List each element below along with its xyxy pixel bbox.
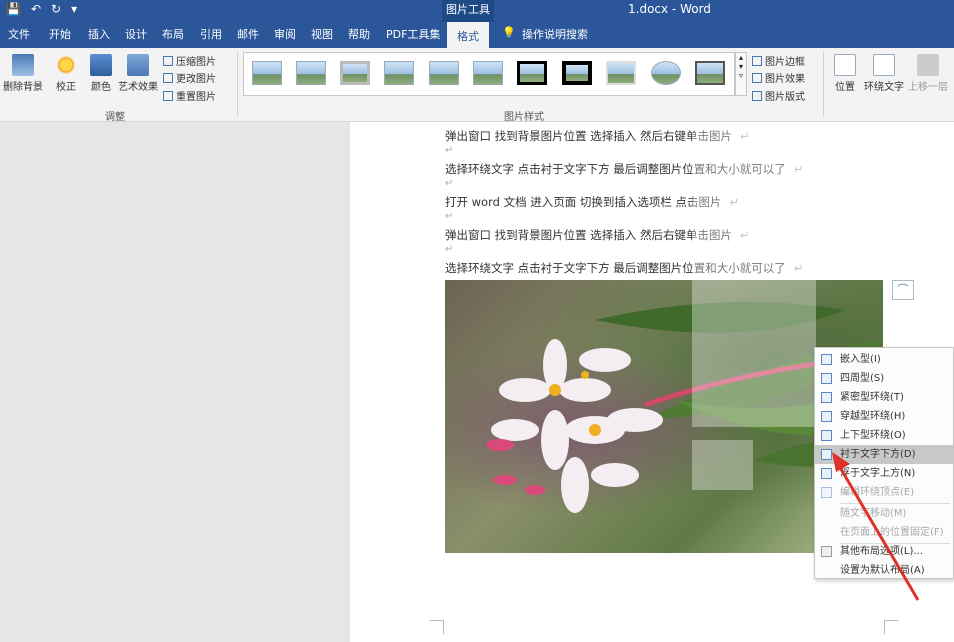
pen-icon [752,55,762,66]
through-wrap-icon [821,411,832,422]
square-wrap-icon [821,373,832,384]
color-button[interactable]: 颜色 [88,54,114,93]
group-label-picture-styles: 图片样式 [504,112,544,123]
tab-view[interactable]: 视图 [311,26,333,42]
picture-tools-context-label: 图片工具 [442,0,494,22]
tab-pdf-tools[interactable]: PDF工具集 [386,26,440,42]
wrap-text-button[interactable]: 环绕文字 [864,54,904,93]
wrap-inline-option[interactable]: 嵌入型(I) [815,350,954,369]
sun-icon [55,54,77,76]
remove-background-button[interactable]: 删除背景 [3,54,43,93]
picture-styles-gallery[interactable] [243,52,735,96]
annotation-arrow [832,452,920,601]
page-corner-mark [884,620,898,634]
tab-help[interactable]: 帮助 [348,26,370,42]
paragraph-mark: ↵ [445,145,454,156]
title-bar: 💾 ↶ ↻ ▾ 图片工具 1.docx - Word [0,0,954,22]
redo-icon[interactable]: ↻ [51,2,61,16]
divider [237,52,238,116]
layout-options-button[interactable]: ⌒ [892,280,914,300]
reset-picture-icon [163,90,173,101]
style-thumb[interactable] [429,61,459,85]
document-margin-area [0,122,350,642]
group-label-adjust: 调整 [105,112,125,123]
effects-icon [752,72,762,83]
style-thumb[interactable] [296,61,326,85]
tab-format[interactable]: 格式 [447,22,489,48]
bring-forward-button[interactable]: 上移一层 [906,54,950,93]
gallery-scroll[interactable]: ▴ ▾ ▿ [735,52,747,96]
style-thumb[interactable] [695,61,725,85]
picture-effects-button[interactable]: 图片效果 [752,70,805,85]
tab-layout[interactable]: 布局 [162,26,184,42]
style-thumb[interactable] [606,61,636,85]
picture-layout-button[interactable]: 图片版式 [752,88,805,103]
style-thumb[interactable] [517,61,547,85]
wrap-tight-option[interactable]: 紧密型环绕(T) [815,388,954,407]
artistic-effects-button[interactable]: 艺术效果 [118,54,158,93]
color-icon [90,54,112,76]
tab-references[interactable]: 引用 [200,26,222,42]
undo-icon[interactable]: ↶ [31,2,41,16]
tab-review[interactable]: 审阅 [274,26,296,42]
artistic-effects-icon [127,54,149,76]
wrap-text-icon [873,54,895,76]
inline-icon [821,354,832,365]
position-icon [834,54,856,76]
style-thumb[interactable] [340,61,370,85]
paragraph-mark: ↵ [445,211,454,222]
selection-overlay [692,440,753,490]
paragraph-mark: ↵ [445,178,454,189]
style-thumb[interactable] [473,61,503,85]
style-thumb[interactable] [384,61,414,85]
save-icon[interactable]: 💾 [6,2,21,16]
wrap-square-option[interactable]: 四周型(S) [815,369,954,388]
corrections-button[interactable]: 校正 [53,54,79,93]
tab-mailings[interactable]: 邮件 [237,26,259,42]
ribbon: 删除背景 校正 颜色 艺术效果 压缩图片 更改图片 重置图片 调整 ▴ ▾ ▿ 图片… [0,48,954,123]
style-thumb[interactable] [252,61,282,85]
layout-icon [752,90,762,101]
selection-overlay [692,122,816,427]
compress-icon [163,55,173,66]
wrap-through-option[interactable]: 穿越型环绕(H) [815,407,954,426]
bring-forward-icon [917,54,939,76]
tell-me-search[interactable]: 操作说明搜索 [522,26,588,42]
position-button[interactable]: 位置 [832,54,858,93]
compress-pictures-button[interactable]: 压缩图片 [163,53,216,68]
document-title: 1.docx - Word [628,2,711,16]
tab-insert[interactable]: 插入 [88,26,110,42]
divider [823,52,824,116]
tab-design[interactable]: 设计 [125,26,147,42]
change-picture-button[interactable]: 更改图片 [163,70,216,85]
tight-wrap-icon [821,392,832,403]
tab-home[interactable]: 开始 [49,26,71,42]
style-thumb[interactable] [651,61,681,85]
lightbulb-icon: 💡 [502,26,516,39]
change-picture-icon [163,72,173,83]
reset-picture-button[interactable]: 重置图片 [163,88,216,103]
customize-qat-icon[interactable]: ▾ [71,2,77,16]
remove-background-icon [12,54,34,76]
style-thumb[interactable] [562,61,592,85]
tab-file[interactable]: 文件 [8,26,30,42]
ribbon-tabs: 文件 开始 插入 设计 布局 引用 邮件 审阅 视图 帮助 PDF工具集 格式 … [0,22,954,48]
quick-access-toolbar: 💾 ↶ ↻ ▾ [6,2,77,16]
paragraph-mark: ↵ [445,244,454,255]
picture-border-button[interactable]: 图片边框 [752,53,805,68]
page-corner-mark [430,620,444,634]
